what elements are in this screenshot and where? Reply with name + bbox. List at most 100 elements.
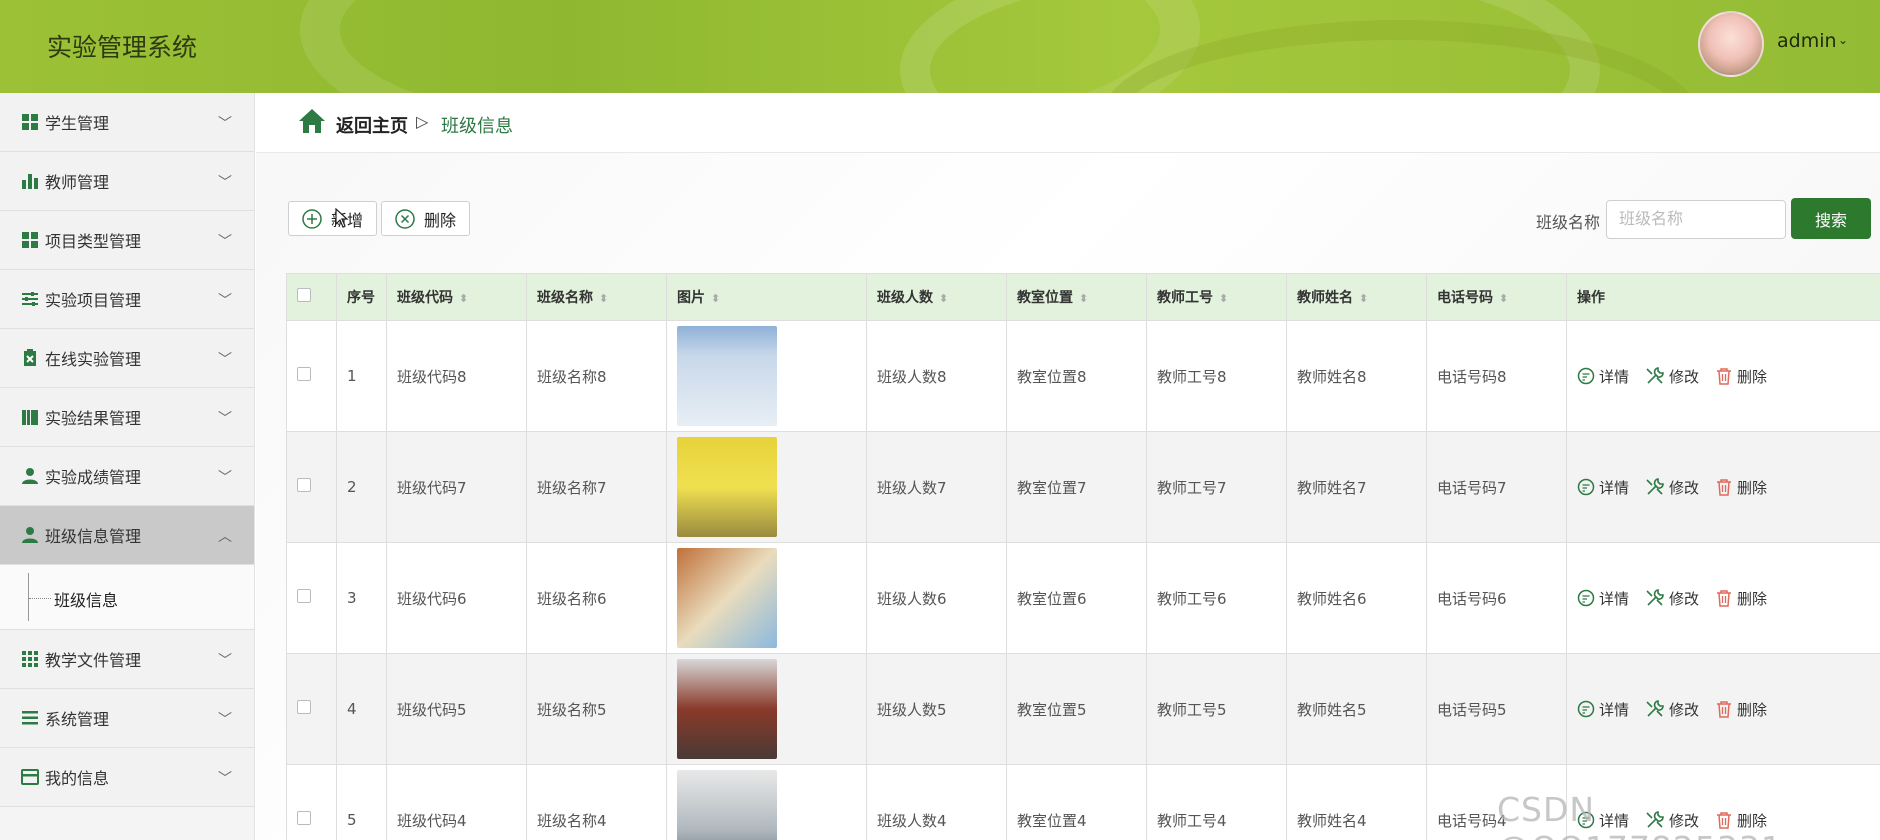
sidebar-item-label: 班级信息管理 bbox=[45, 527, 142, 546]
cell-no: 2 bbox=[336, 431, 387, 543]
avatar[interactable] bbox=[1698, 11, 1764, 77]
cell-no: 1 bbox=[336, 320, 387, 432]
cell-code: 班级代码5 bbox=[386, 653, 527, 765]
detail-action[interactable]: 详情 bbox=[1577, 366, 1629, 387]
delete-action[interactable]: 删除 bbox=[1715, 699, 1767, 720]
row-checkbox[interactable] bbox=[297, 589, 311, 603]
chevron-down-icon[interactable]: ⌄ bbox=[1838, 33, 1848, 47]
row-checkbox[interactable] bbox=[297, 367, 311, 381]
edit-action[interactable]: 修改 bbox=[1645, 477, 1699, 498]
apps-icon bbox=[20, 649, 40, 669]
edit-action[interactable]: 修改 bbox=[1645, 699, 1699, 720]
search-input[interactable] bbox=[1606, 200, 1786, 239]
grid-icon bbox=[20, 112, 40, 132]
home-icon[interactable] bbox=[298, 108, 326, 138]
cell-phone: 电话号码7 bbox=[1426, 431, 1567, 543]
cell-name: 班级名称4 bbox=[526, 764, 667, 840]
breadcrumb-home-link[interactable]: 返回主页 bbox=[336, 112, 408, 138]
plus-circle-icon bbox=[302, 208, 322, 229]
search-button[interactable]: 搜索 bbox=[1791, 198, 1871, 239]
cell-count: 班级人数8 bbox=[866, 320, 1007, 432]
cell-count: 班级人数6 bbox=[866, 542, 1007, 654]
trash-icon bbox=[1717, 368, 1732, 385]
sidebar-item-label: 在线实验管理 bbox=[45, 350, 142, 369]
col-header-phone[interactable]: 电话号码 ⬍ bbox=[1426, 273, 1567, 321]
sidebar-item-label: 学生管理 bbox=[45, 114, 110, 133]
sidebar-item-label: 教师管理 bbox=[45, 173, 110, 192]
class-image[interactable] bbox=[677, 326, 777, 426]
cell-phone: 电话号码8 bbox=[1426, 320, 1567, 432]
sidebar: 学生管理 ﹀ 教师管理 ﹀ 项目类型管理 ﹀ 实验项目管理 ﹀ 在线实验管理 ﹀… bbox=[0, 93, 255, 840]
cell-code: 班级代码7 bbox=[386, 431, 527, 543]
cell-room: 教室位置6 bbox=[1006, 542, 1147, 654]
wrench-icon bbox=[1646, 478, 1664, 495]
cell-actions: 详情 修改 删除 bbox=[1566, 653, 1880, 765]
cell-count: 班级人数4 bbox=[866, 764, 1007, 840]
class-image[interactable] bbox=[677, 548, 777, 648]
sort-icon: ⬍ bbox=[939, 292, 949, 305]
delete-button-label: 删除 bbox=[424, 210, 457, 230]
edit-action[interactable]: 修改 bbox=[1645, 588, 1699, 609]
cell-phone: 电话号码6 bbox=[1426, 542, 1567, 654]
sidebar-item-student[interactable]: 学生管理 ﹀ bbox=[0, 93, 254, 152]
sort-icon: ⬍ bbox=[1079, 292, 1089, 305]
sort-icon: ⬍ bbox=[1359, 292, 1369, 305]
sidebar-item-teacher[interactable]: 教师管理 ﹀ bbox=[0, 152, 254, 211]
x-circle-icon bbox=[395, 208, 415, 229]
row-checkbox[interactable] bbox=[297, 478, 311, 492]
cell-room: 教室位置7 bbox=[1006, 431, 1147, 543]
main-content: 返回主页 ▷ 班级信息 新增 删除 班级名称 搜索 序号 班级代码⬍ 班级名称⬍… bbox=[256, 93, 1880, 840]
cell-room: 教室位置4 bbox=[1006, 764, 1147, 840]
sidebar-item-system[interactable]: 系统管理 ﹀ bbox=[0, 689, 254, 748]
col-header-count[interactable]: 班级人数 ⬍ bbox=[866, 273, 1007, 321]
row-checkbox[interactable] bbox=[297, 811, 311, 825]
add-button[interactable]: 新增 bbox=[288, 201, 377, 236]
sidebar-item-experiment-score[interactable]: 实验成绩管理 ﹀ bbox=[0, 447, 254, 506]
cell-teacher-name: 教师姓名8 bbox=[1286, 320, 1427, 432]
row-select-cell bbox=[286, 653, 337, 765]
sidebar-item-class-info[interactable]: 班级信息管理 ︿ bbox=[0, 506, 254, 565]
detail-action[interactable]: 详情 bbox=[1577, 477, 1629, 498]
select-all-checkbox[interactable] bbox=[297, 288, 311, 302]
delete-action[interactable]: 删除 bbox=[1715, 477, 1767, 498]
sidebar-item-my-info[interactable]: 我的信息 ﹀ bbox=[0, 748, 254, 807]
edit-action[interactable]: 修改 bbox=[1645, 366, 1699, 387]
submenu-line bbox=[28, 573, 29, 621]
user-icon bbox=[20, 466, 40, 486]
sort-icon: ⬍ bbox=[1499, 292, 1509, 305]
col-header-code[interactable]: 班级代码 ⬍ bbox=[386, 273, 527, 321]
submenu-dash bbox=[29, 598, 51, 599]
sidebar-item-label: 我的信息 bbox=[45, 769, 110, 788]
cell-image bbox=[666, 320, 867, 432]
row-checkbox[interactable] bbox=[297, 700, 311, 714]
sidebar-item-online-experiment[interactable]: 在线实验管理 ﹀ bbox=[0, 329, 254, 388]
sidebar-item-teaching-files[interactable]: 教学文件管理 ﹀ bbox=[0, 630, 254, 689]
sidebar-item-experiment-project[interactable]: 实验项目管理 ﹀ bbox=[0, 270, 254, 329]
class-image[interactable] bbox=[677, 770, 777, 840]
sidebar-item-experiment-result[interactable]: 实验结果管理 ﹀ bbox=[0, 388, 254, 447]
sidebar-item-label: 项目类型管理 bbox=[45, 232, 142, 251]
col-header-teacher-id[interactable]: 教师工号 ⬍ bbox=[1146, 273, 1287, 321]
class-image[interactable] bbox=[677, 437, 777, 537]
delete-action[interactable]: 删除 bbox=[1715, 366, 1767, 387]
sidebar-item-label: 教学文件管理 bbox=[45, 651, 142, 670]
delete-action[interactable]: 删除 bbox=[1715, 588, 1767, 609]
submenu-item-class-info[interactable]: 班级信息 bbox=[54, 587, 118, 611]
sidebar-item-project-type[interactable]: 项目类型管理 ﹀ bbox=[0, 211, 254, 270]
detail-action[interactable]: 详情 bbox=[1577, 588, 1629, 609]
row-select-cell bbox=[286, 542, 337, 654]
select-all-cell bbox=[286, 273, 337, 321]
col-header-image[interactable]: 图片 ⬍ bbox=[666, 273, 867, 321]
breadcrumb-current: 班级信息 bbox=[441, 116, 513, 137]
user-name[interactable]: admin bbox=[1777, 30, 1837, 52]
class-image[interactable] bbox=[677, 659, 777, 759]
cell-teacher-name: 教师姓名4 bbox=[1286, 764, 1427, 840]
sort-icon: ⬍ bbox=[1219, 292, 1229, 305]
col-header-room[interactable]: 教室位置 ⬍ bbox=[1006, 273, 1147, 321]
delete-button[interactable]: 删除 bbox=[381, 201, 470, 236]
col-header-teacher-name[interactable]: 教师姓名 ⬍ bbox=[1286, 273, 1427, 321]
cell-room: 教室位置8 bbox=[1006, 320, 1147, 432]
detail-action[interactable]: 详情 bbox=[1577, 699, 1629, 720]
col-header-actions: 操作 bbox=[1566, 273, 1880, 321]
col-header-name[interactable]: 班级名称 ⬍ bbox=[526, 273, 667, 321]
